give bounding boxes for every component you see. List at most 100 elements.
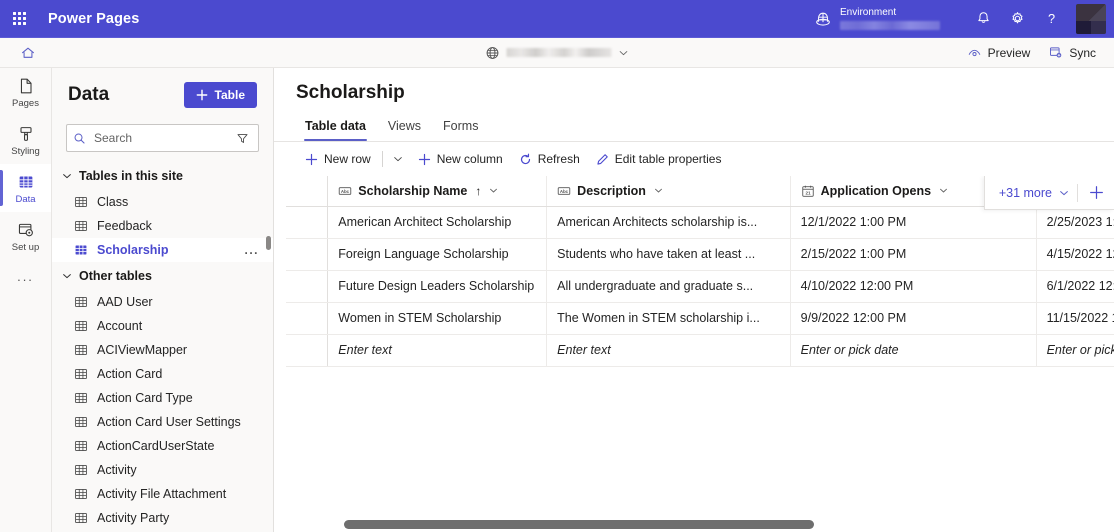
chevron-down-icon[interactable] (939, 186, 948, 195)
avatar[interactable] (1076, 3, 1106, 34)
home-button[interactable] (0, 38, 56, 68)
row-select-header[interactable] (286, 176, 329, 207)
horizontal-scrollbar-track[interactable] (274, 516, 1114, 532)
new-table-button[interactable]: Table (183, 82, 257, 108)
sidebar-item-setup[interactable]: Set up (0, 212, 51, 260)
more-columns-button[interactable]: +31 more (985, 186, 1077, 200)
new-row-button[interactable]: New row (298, 148, 378, 170)
data-panel-scrollbar[interactable] (266, 236, 271, 250)
edit-table-properties-button[interactable]: Edit table properties (589, 148, 729, 170)
search-box[interactable] (66, 124, 259, 152)
row-select-cell[interactable] (286, 302, 329, 335)
tree-item-activity-file-attachment[interactable]: Activity File Attachment (52, 482, 273, 506)
tree-group-tables-in-this-site[interactable]: Tables in this site (52, 162, 273, 190)
tree-item-actioncarduserstate[interactable]: ActionCardUserState (52, 434, 273, 458)
tree-item-class[interactable]: Class (52, 190, 273, 214)
new-column-label: New column (436, 152, 503, 166)
column-header-label: Application Opens (820, 183, 932, 198)
search-icon (74, 133, 85, 144)
table-icon (75, 393, 87, 403)
new-cell-scholarship-name[interactable]: Enter text (327, 334, 548, 367)
refresh-button[interactable]: Refresh (512, 148, 587, 170)
table-icon (75, 221, 87, 231)
search-input[interactable] (92, 130, 226, 146)
cell-description[interactable]: American Architects scholarship is... (546, 206, 791, 239)
cell-application-opens[interactable]: 9/9/2022 12:00 PM (790, 302, 1037, 335)
tree-item-feedback[interactable]: Feedback (52, 214, 273, 238)
column-header-description[interactable]: Abc Description (546, 176, 791, 207)
cell-scholarship-name[interactable]: Foreign Language Scholarship (327, 238, 548, 271)
sidebar-item-pages[interactable]: Pages (0, 68, 51, 116)
command-bar: New row New column Refresh Edit table pr… (274, 142, 1114, 176)
cell-application-deadline[interactable]: 11/15/2022 1:0 (1036, 302, 1114, 335)
filter-button[interactable] (232, 128, 252, 148)
row-select-cell[interactable] (286, 238, 329, 271)
new-cell-application-opens[interactable]: Enter or pick date (790, 334, 1037, 367)
help-button[interactable]: ? (1034, 0, 1068, 38)
cell-description[interactable]: The Women in STEM scholarship i... (546, 302, 791, 335)
table-grid-wrapper: Abc Scholarship Name ↑ Abc Description 2… (274, 176, 1114, 532)
site-selector[interactable] (482, 44, 633, 62)
environment-text-group: Environment (840, 6, 940, 30)
tab-table-data[interactable]: Table data (296, 114, 375, 141)
new-column-button[interactable]: New column (411, 148, 510, 170)
preview-button[interactable]: Preview (959, 42, 1039, 63)
sidebar-item-label: Pages (12, 97, 39, 109)
cell-application-deadline[interactable]: 2/25/2023 1:00 (1036, 206, 1114, 239)
sidebar-item-styling[interactable]: Styling (0, 116, 51, 164)
sidebar-item-data[interactable]: Data (0, 164, 51, 212)
chevron-down-icon[interactable] (489, 186, 498, 195)
settings-button[interactable] (1000, 0, 1034, 38)
add-column-button[interactable] (1078, 176, 1114, 210)
column-header-scholarship-name[interactable]: Abc Scholarship Name ↑ (327, 176, 548, 207)
new-cell-application-deadline[interactable]: Enter or pick date (1036, 334, 1114, 367)
notifications-button[interactable] (966, 0, 1000, 38)
tree-item-activity[interactable]: Activity (52, 458, 273, 482)
new-row-dropdown-button[interactable] (387, 150, 409, 168)
cell-description[interactable]: All undergraduate and graduate s... (546, 270, 791, 303)
tab-forms[interactable]: Forms (434, 114, 487, 141)
cell-application-deadline[interactable]: 4/15/2022 12:0 (1036, 238, 1114, 271)
table-icon (75, 321, 87, 331)
question-mark-icon: ? (1047, 11, 1054, 26)
app-launcher-button[interactable] (0, 0, 38, 38)
tree-group-other-tables[interactable]: Other tables (52, 262, 273, 290)
chevron-down-icon[interactable] (654, 186, 663, 195)
row-select-cell[interactable] (286, 270, 329, 303)
table-row[interactable]: American Architect Scholarship American … (286, 206, 1114, 239)
tree-item-aciviewmapper[interactable]: ACIViewMapper (52, 338, 273, 362)
tree-item-aad-user[interactable]: AAD User (52, 290, 273, 314)
cell-application-opens[interactable]: 12/1/2022 1:00 PM (790, 206, 1037, 239)
tab-views[interactable]: Views (379, 114, 430, 141)
tree-item-action-card-user-settings[interactable]: Action Card User Settings (52, 410, 273, 434)
tree-item-account[interactable]: Account (52, 314, 273, 338)
environment-label: Environment (840, 6, 897, 18)
sync-button[interactable]: Sync (1040, 42, 1104, 63)
cell-application-opens[interactable]: 4/10/2022 12:00 PM (790, 270, 1037, 303)
row-select-cell[interactable] (286, 206, 329, 239)
cell-scholarship-name[interactable]: Future Design Leaders Scholarship (327, 270, 548, 303)
tree-item-activity-party[interactable]: Activity Party (52, 506, 273, 530)
cell-application-deadline[interactable]: 6/1/2022 12:00 (1036, 270, 1114, 303)
cell-scholarship-name[interactable]: Women in STEM Scholarship (327, 302, 548, 335)
new-row-placeholder[interactable]: Enter text Enter text Enter or pick date… (286, 334, 1114, 367)
row-select-cell[interactable] (286, 334, 329, 367)
table-row[interactable]: Foreign Language Scholarship Students wh… (286, 238, 1114, 271)
tree-item-action-card-type[interactable]: Action Card Type (52, 386, 273, 410)
chevron-down-icon (619, 50, 628, 55)
more-columns-label: +31 more (998, 185, 1052, 200)
plus-icon (196, 89, 207, 101)
table-context-menu-button[interactable]: ... (244, 243, 263, 257)
cell-description[interactable]: Students who have taken at least ... (546, 238, 791, 271)
environment-selector[interactable]: Environment (814, 6, 940, 30)
cell-scholarship-name[interactable]: American Architect Scholarship (327, 206, 548, 239)
table-row[interactable]: Women in STEM Scholarship The Women in S… (286, 302, 1114, 335)
table-row[interactable]: Future Design Leaders Scholarship All un… (286, 270, 1114, 303)
globe-icon (486, 46, 499, 59)
cell-application-opens[interactable]: 2/15/2022 1:00 PM (790, 238, 1037, 271)
new-cell-description[interactable]: Enter text (546, 334, 791, 367)
more-horizontal-icon[interactable]: ... (0, 260, 51, 292)
tree-item-scholarship[interactable]: Scholarship ... (52, 238, 273, 262)
tree-item-action-card[interactable]: Action Card (52, 362, 273, 386)
horizontal-scrollbar-thumb[interactable] (344, 520, 814, 529)
